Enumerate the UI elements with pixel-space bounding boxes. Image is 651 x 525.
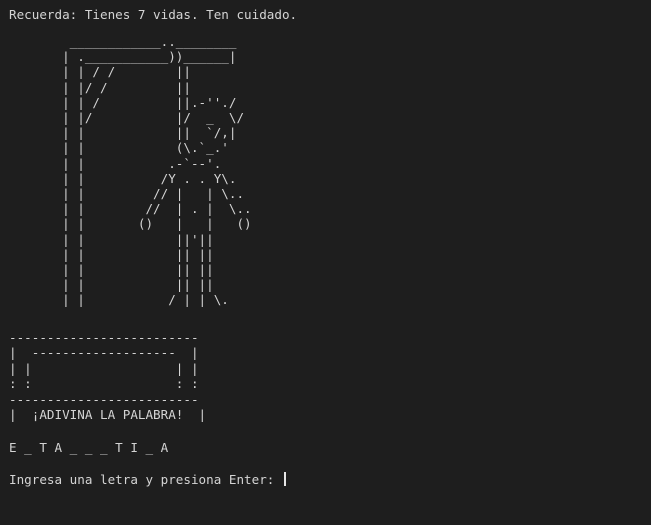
input-prompt-line[interactable]: Ingresa una letra y presiona Enter: — [9, 472, 286, 487]
terminal-window: Recuerda: Tienes 7 vidas. Ten cuidado. _… — [0, 0, 651, 525]
lives-reminder: Recuerda: Tienes 7 vidas. Ten cuidado. — [9, 7, 298, 22]
word-progress: E _ T A _ _ _ T I _ A — [9, 440, 169, 455]
input-prompt: Ingresa una letra y presiona Enter: — [9, 472, 282, 487]
hangman-ascii-art: ____________..________ | .___________))_… — [62, 34, 252, 308]
text-cursor[interactable] — [283, 472, 286, 486]
word-banner-box: ------------------------- | ------------… — [9, 330, 207, 423]
